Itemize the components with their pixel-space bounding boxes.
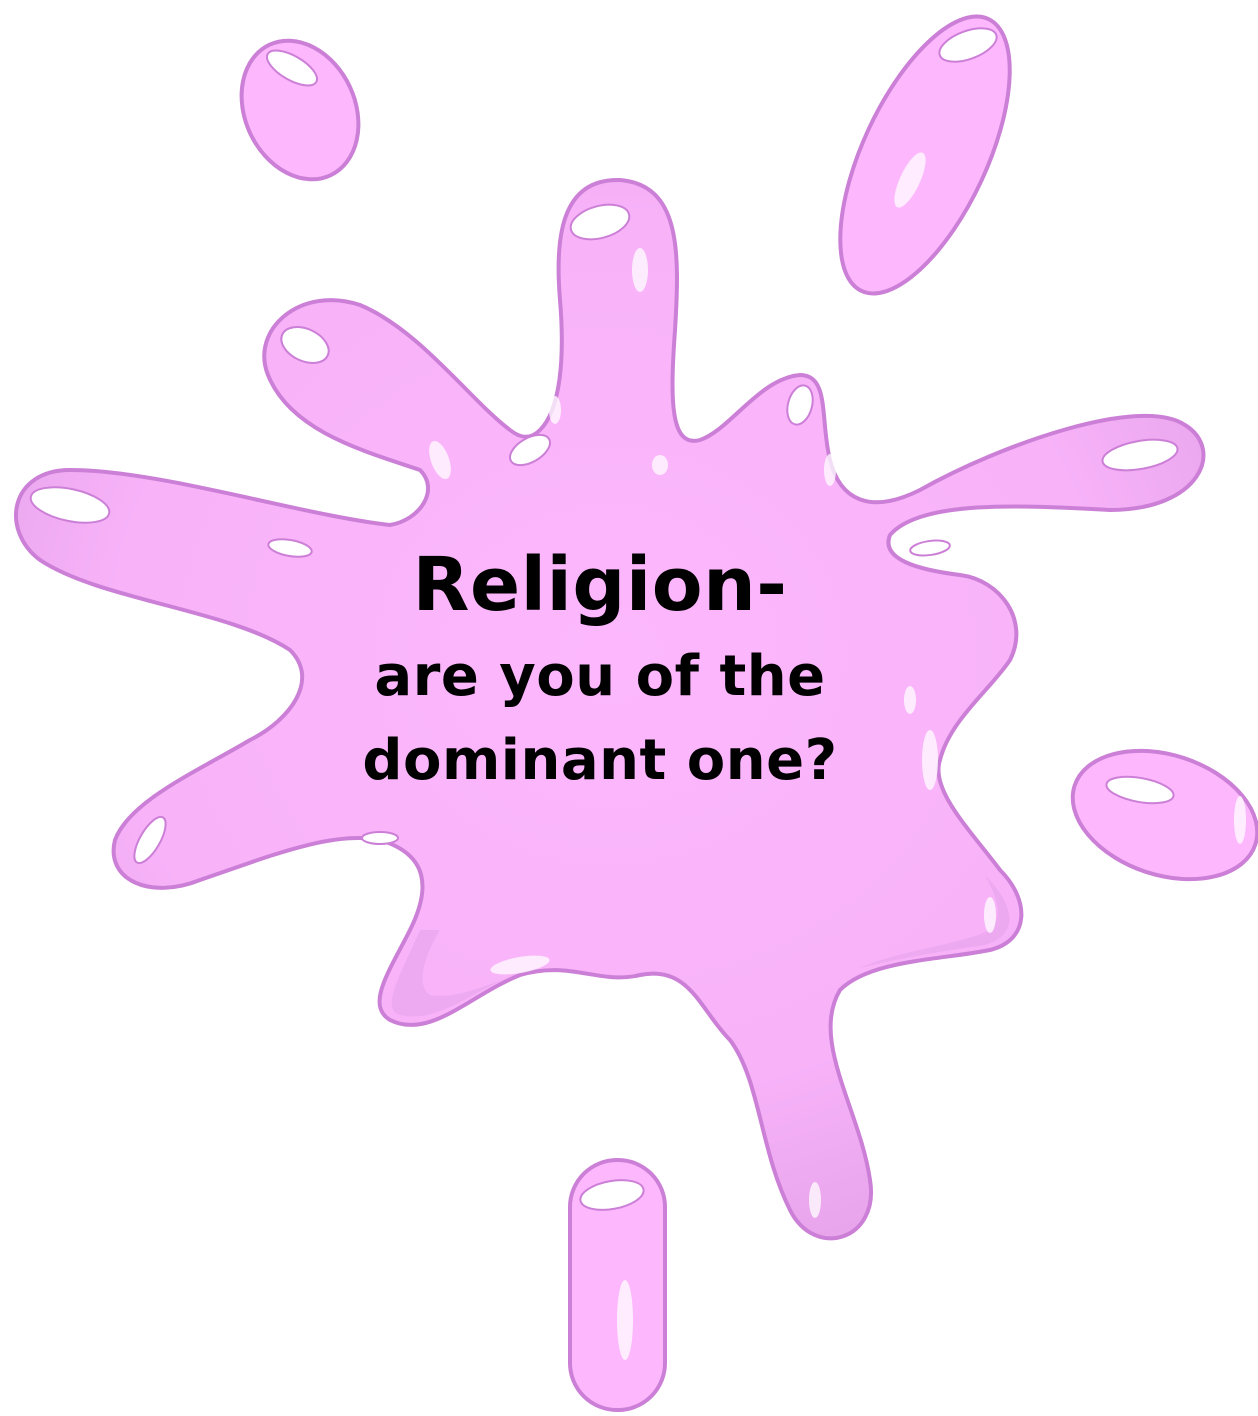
droplet-right	[1070, 748, 1258, 882]
caption-title: Religion-	[412, 542, 788, 628]
caption-line-2: dominant one?	[362, 728, 838, 793]
slide-canvas: Religion- are you of the dominant one?	[0, 0, 1258, 1416]
caption-line-1: are you of the	[374, 644, 826, 709]
splat-caption: Religion- are you of the dominant one?	[250, 535, 950, 803]
droplet-top-left	[239, 38, 361, 182]
